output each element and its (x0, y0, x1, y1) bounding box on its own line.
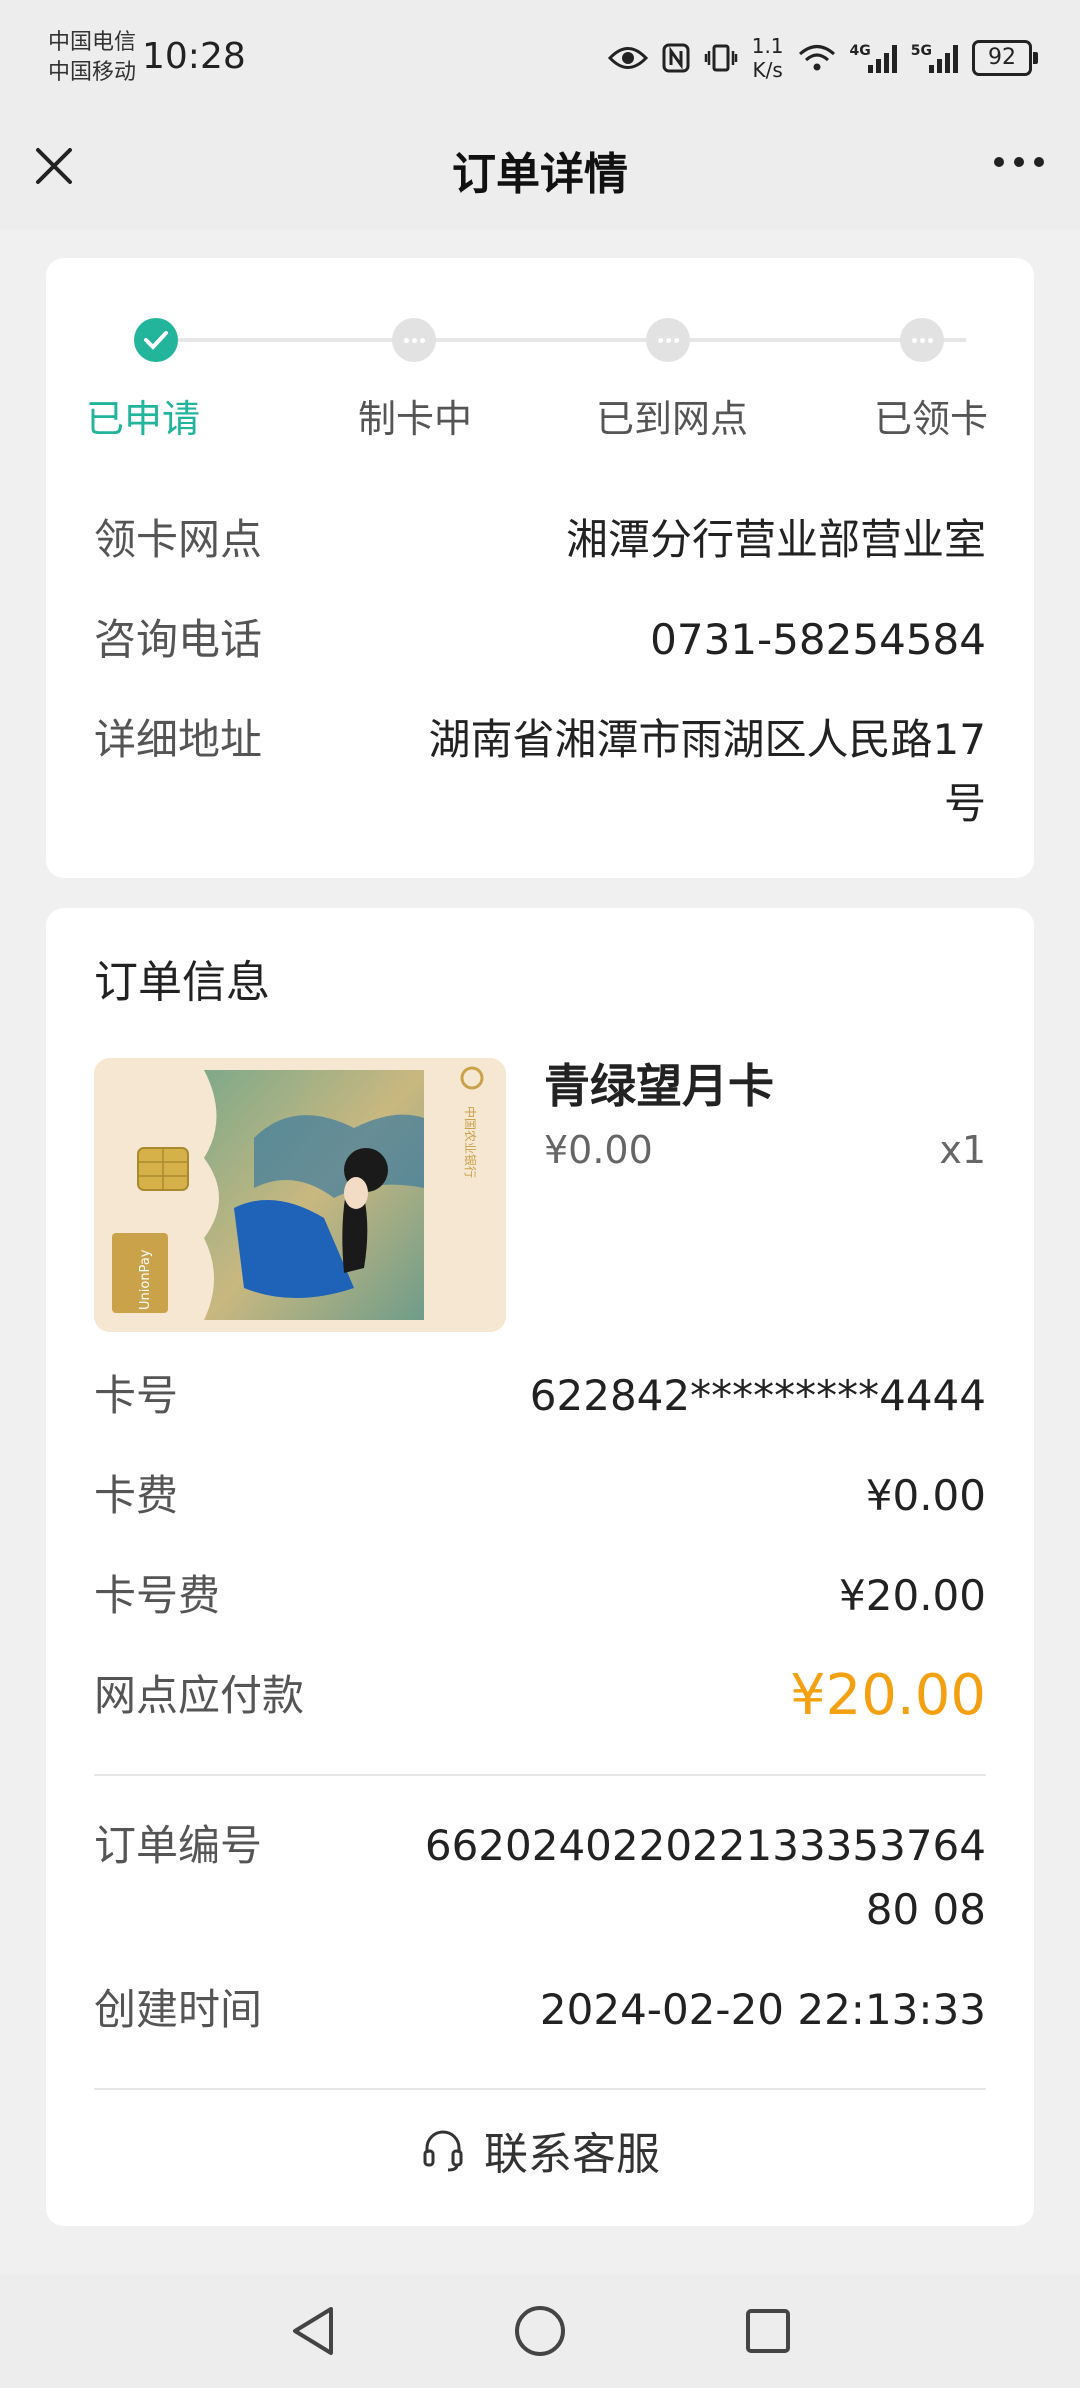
home-icon[interactable] (512, 2303, 568, 2359)
contact-service-label: 联系客服 (484, 2129, 660, 2180)
step-label-arrived: 已到网点 (596, 397, 749, 441)
payable-label: 网点应付款 (94, 1671, 305, 1720)
system-nav-bar (0, 2274, 1080, 2388)
order-info-card: 订单信息 UnionPay 中国农业银行 青绿望月卡 ¥0.00 x1 卡号 6… (46, 908, 1034, 2226)
card-number-row: 卡号 622842*********4444 (94, 1364, 986, 1428)
payable-value: ¥20.00 (790, 1663, 986, 1728)
step-label-received: 已领卡 (874, 397, 989, 441)
pickup-info-card: 已申请 制卡中 已到网点 已领卡 领卡网点 湘潭分行营业部营业室 咨询电话 07… (46, 258, 1034, 878)
created-time-row: 创建时间 2024-02-20 22:13:33 (94, 1978, 986, 2042)
recents-icon[interactable] (743, 2306, 793, 2356)
more-icon[interactable] (994, 150, 1050, 174)
payable-row: 网点应付款 ¥20.00 (94, 1664, 986, 1728)
product-quantity: x1 (939, 1128, 986, 1172)
carrier-2: 中国移动 (48, 60, 137, 85)
carrier-1: 中国电信 (48, 30, 137, 55)
card-fee-value: ¥0.00 (865, 1471, 986, 1520)
progress-line (156, 338, 966, 342)
step-arrived-dot-icon (646, 318, 690, 362)
contact-service-button[interactable]: 联系客服 (46, 2118, 1034, 2182)
clock: 10:28 (142, 36, 246, 77)
headset-icon (423, 2130, 463, 2172)
order-number-value: 66202402202213335376480 08 (424, 1821, 986, 1934)
divider (94, 1774, 986, 1776)
created-time-label: 创建时间 (94, 1985, 263, 2034)
svg-text:中国农业银行: 中国农业银行 (463, 1106, 478, 1178)
address-value: 湖南省湘潭市雨湖区人民路17号 (428, 715, 986, 828)
divider (94, 2088, 986, 2090)
number-fee-label: 卡号费 (94, 1571, 221, 1620)
order-number-label: 订单编号 (94, 1821, 263, 1870)
wifi-icon (798, 45, 835, 71)
step-applied-check-icon (134, 318, 178, 362)
page-title: 订单详情 (452, 149, 628, 200)
nav-bar: 订单详情 (0, 120, 1080, 230)
back-icon[interactable] (287, 2303, 337, 2359)
signal-1-label: 4G (849, 43, 871, 59)
bank-card-image: UnionPay 中国农业银行 (94, 1058, 506, 1332)
status-icons: 1.1 K/s 4G 5G 92 (607, 30, 1038, 86)
carrier-info: 中国电信 中国移动 (48, 28, 136, 88)
card-fee-row: 卡费 ¥0.00 (94, 1464, 986, 1528)
signal-2-label: 5G (910, 43, 932, 59)
card-fee-label: 卡费 (94, 1471, 179, 1520)
net-speed-value: 1.1 (751, 34, 784, 58)
phone-value[interactable]: 0731-58254584 (650, 608, 986, 672)
step-making-dot-icon (392, 318, 436, 362)
card-number-label: 卡号 (94, 1371, 179, 1420)
signal-2-icon: 5G (911, 43, 958, 73)
phone-label: 咨询电话 (94, 615, 263, 664)
step-received-dot-icon (900, 318, 944, 362)
vibrate-icon (704, 44, 737, 72)
product-price: ¥0.00 (544, 1128, 653, 1172)
number-fee-row: 卡号费 ¥20.00 (94, 1564, 986, 1628)
order-section-title: 订单信息 (94, 957, 270, 1008)
card-number-value: 622842*********4444 (529, 1371, 986, 1420)
product-name: 青绿望月卡 (544, 1059, 774, 1113)
outlet-label: 领卡网点 (94, 515, 263, 564)
outlet-row: 领卡网点 湘潭分行营业部营业室 (94, 508, 986, 572)
phone-row: 咨询电话 0731-58254584 (94, 608, 986, 672)
net-speed-unit: K/s (752, 58, 783, 82)
number-fee-value: ¥20.00 (839, 1571, 986, 1620)
signal-1-icon: 4G (850, 43, 897, 73)
nfc-icon (662, 43, 690, 73)
step-label-making: 制卡中 (358, 397, 473, 441)
address-label: 详细地址 (94, 715, 263, 764)
outlet-value: 湘潭分行营业部营业室 (565, 515, 986, 564)
battery-icon: 92 (972, 40, 1038, 76)
eye-icon (607, 47, 648, 69)
status-bar: 中国电信 中国移动 10:28 1.1 K/s 4G 5G 92 (0, 0, 1080, 120)
created-time-value: 2024-02-20 22:13:33 (539, 1985, 986, 2034)
svg-text:UnionPay: UnionPay (138, 1249, 153, 1310)
net-speed: 1.1 K/s (752, 34, 784, 82)
address-row: 详细地址 湖南省湘潭市雨湖区人民路17号 (94, 708, 986, 836)
order-number-row: 订单编号 66202402202213335376480 08 (94, 1814, 986, 1942)
step-label-applied: 已申请 (86, 397, 201, 441)
